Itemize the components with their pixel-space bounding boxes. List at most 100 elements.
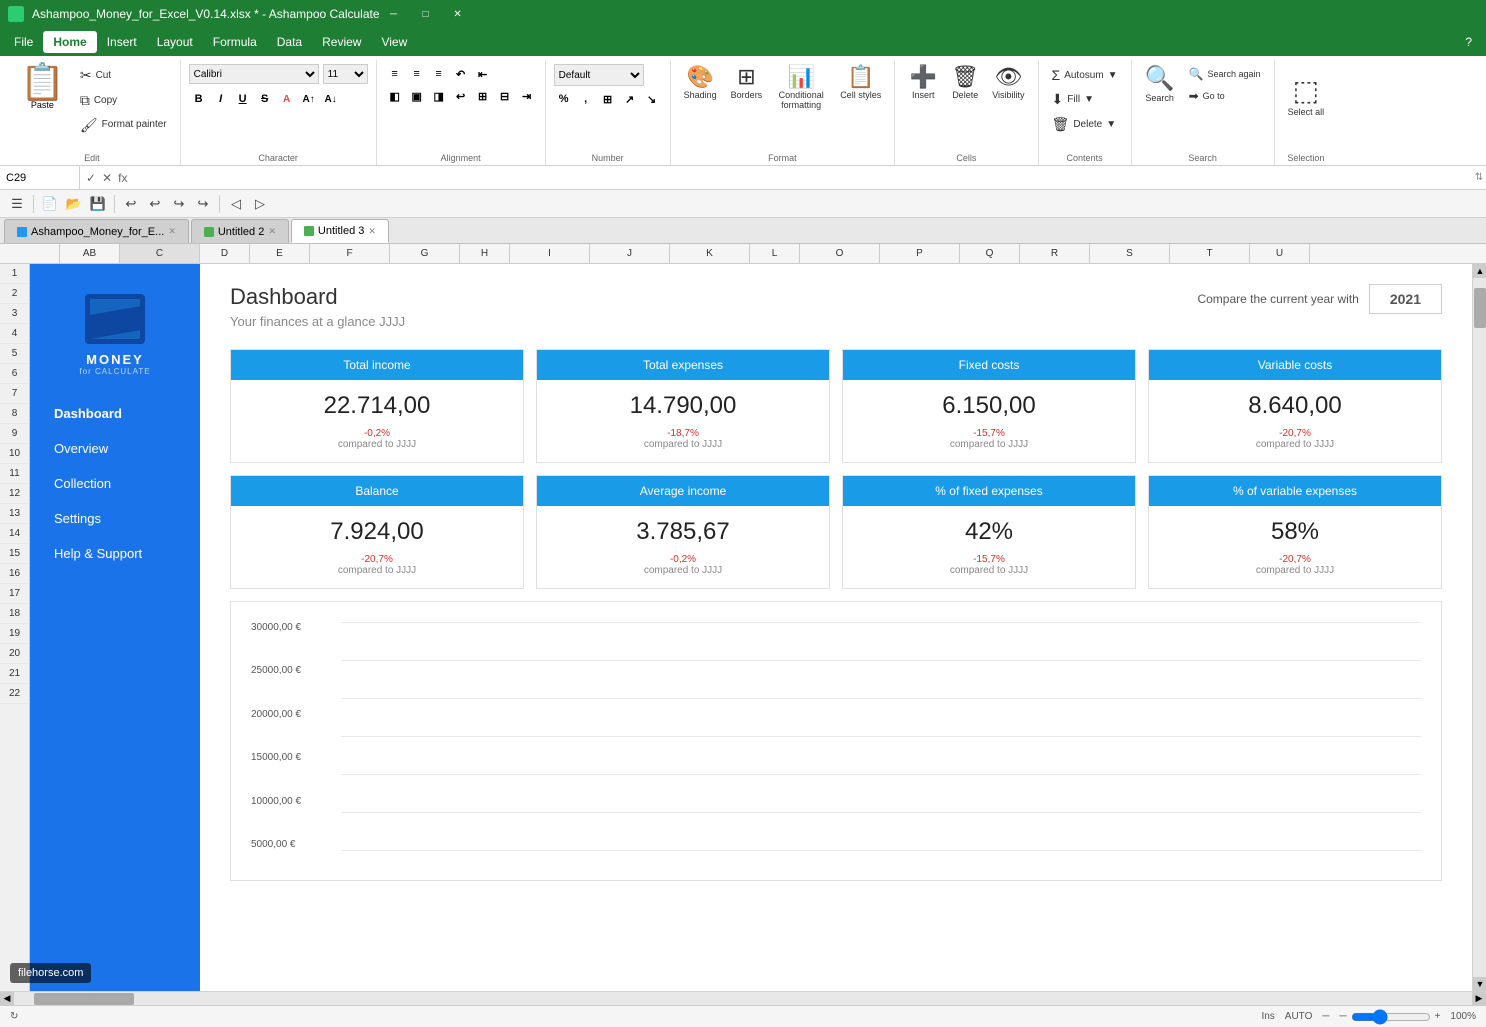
align-top-center-button[interactable]: ≡ <box>407 64 427 84</box>
col-D[interactable]: D <box>200 244 250 263</box>
select-mode-button[interactable]: ◁ <box>225 193 247 215</box>
align-left-button[interactable]: ◧ <box>385 86 405 106</box>
underline-button[interactable]: U <box>233 89 253 109</box>
italic-button[interactable]: I <box>211 89 231 109</box>
col-K[interactable]: K <box>670 244 750 263</box>
tab-close-ashampoo[interactable]: ✕ <box>168 226 176 237</box>
scroll-right-button[interactable]: ▶ <box>1472 992 1486 1006</box>
row-3[interactable]: 3 <box>0 304 29 324</box>
cell-formula-icon[interactable]: fx <box>118 171 127 185</box>
col-H[interactable]: H <box>460 244 510 263</box>
row-5[interactable]: 5 <box>0 344 29 364</box>
cell-checkmark-icon[interactable]: ✓ <box>86 171 96 185</box>
nav-overview[interactable]: Overview <box>30 431 200 466</box>
row-11[interactable]: 11 <box>0 464 29 484</box>
menu-data[interactable]: Data <box>267 31 312 53</box>
col-AB[interactable]: AB <box>60 244 120 263</box>
row-21[interactable]: 21 <box>0 664 29 684</box>
maximize-button[interactable]: □ <box>412 4 440 24</box>
conditional-formatting-button[interactable]: 📊 Conditional formatting <box>771 60 831 114</box>
menu-layout[interactable]: Layout <box>147 31 203 53</box>
tab-close-untitled2[interactable]: ✕ <box>268 226 276 237</box>
hscroll-thumb[interactable] <box>34 993 134 1005</box>
comma-button[interactable]: , <box>576 89 596 109</box>
undo2-button[interactable]: ↩ <box>144 193 166 215</box>
go-to-button[interactable]: ➡ Go to <box>1184 86 1266 106</box>
col-G[interactable]: G <box>390 244 460 263</box>
scroll-down-button[interactable]: ▼ <box>1473 977 1486 991</box>
col-Q[interactable]: Q <box>960 244 1020 263</box>
cut-button[interactable]: ✂ Cut <box>75 64 172 87</box>
align-top-left-button[interactable]: ≡ <box>385 64 405 84</box>
row-14[interactable]: 14 <box>0 524 29 544</box>
vertical-scrollbar[interactable]: ▲ ▼ <box>1472 264 1486 991</box>
cell-reference[interactable]: C29 <box>0 166 80 189</box>
menu-file[interactable]: File <box>4 31 43 53</box>
col-O[interactable]: O <box>800 244 880 263</box>
col-C[interactable]: C <box>120 244 200 263</box>
visibility-button[interactable]: 👁 Visibility <box>987 60 1029 104</box>
wrap-button[interactable]: ↩ <box>451 86 471 106</box>
minimize-button[interactable]: ─ <box>380 4 408 24</box>
row-20[interactable]: 20 <box>0 644 29 664</box>
formula-resize[interactable]: ⇅ <box>1472 172 1486 183</box>
cell-style-button[interactable]: ⊟ <box>495 86 515 106</box>
strikethrough-button[interactable]: S <box>255 89 275 109</box>
help-button[interactable]: ? <box>1455 31 1482 53</box>
copy-button[interactable]: ⧉ Copy <box>75 89 172 112</box>
col-S[interactable]: S <box>1090 244 1170 263</box>
spreadsheet-grid[interactable]: MONEY for CALCULATE Dashboard Overview C… <box>30 264 1486 991</box>
font-name-select[interactable]: Calibri <box>189 64 319 84</box>
rotate-button[interactable]: ↶ <box>451 64 471 84</box>
row-16[interactable]: 16 <box>0 564 29 584</box>
row-6[interactable]: 6 <box>0 364 29 384</box>
cell-styles-button[interactable]: 📋 Cell styles <box>835 60 886 104</box>
open-button[interactable]: 📂 <box>63 193 85 215</box>
autosum-button[interactable]: Σ Autosum ▼ <box>1047 64 1123 86</box>
menu-home[interactable]: Home <box>43 31 96 53</box>
col-J[interactable]: J <box>590 244 670 263</box>
tab-close-untitled3[interactable]: ✕ <box>368 226 376 237</box>
scroll-thumb[interactable] <box>1474 288 1486 328</box>
decrease-decimal-button[interactable]: ↘ <box>642 89 662 109</box>
nav-help[interactable]: Help & Support <box>30 536 200 571</box>
font-color-button[interactable]: A <box>277 89 297 109</box>
shading-button[interactable]: 🎨 Shading <box>679 60 722 104</box>
tab-ashampoo[interactable]: Ashampoo_Money_for_E... ✕ <box>4 219 189 243</box>
row-8[interactable]: 8 <box>0 404 29 424</box>
row-17[interactable]: 17 <box>0 584 29 604</box>
save-button[interactable]: 💾 <box>87 193 109 215</box>
accounting-button[interactable]: ⊞ <box>598 89 618 109</box>
tab-untitled3[interactable]: Untitled 3 ✕ <box>291 219 389 243</box>
scroll-left-button[interactable]: ◀ <box>0 992 14 1006</box>
redo-button[interactable]: ↪ <box>168 193 190 215</box>
percent-button[interactable]: % <box>554 89 574 109</box>
contents-delete-button[interactable]: 🗑 Delete ▼ <box>1047 113 1123 136</box>
row-13[interactable]: 13 <box>0 504 29 524</box>
scroll-up-button[interactable]: ▲ <box>1473 264 1486 278</box>
row-22[interactable]: 22 <box>0 684 29 704</box>
nav-collection[interactable]: Collection <box>30 466 200 501</box>
horizontal-scrollbar[interactable]: ◀ ▶ <box>0 991 1486 1005</box>
nav-dashboard[interactable]: Dashboard <box>30 396 200 431</box>
row-4[interactable]: 4 <box>0 324 29 344</box>
row-7[interactable]: 7 <box>0 384 29 404</box>
row-15[interactable]: 15 <box>0 544 29 564</box>
search-button[interactable]: 🔍 Search <box>1140 60 1180 107</box>
font-size-select[interactable]: 11 <box>323 64 368 84</box>
indent-button[interactable]: ⇤ <box>473 64 493 84</box>
decrease-font-button[interactable]: A↓ <box>321 89 341 109</box>
menu-icon-button[interactable]: ☰ <box>6 193 28 215</box>
year-box[interactable]: 2021 <box>1369 284 1442 314</box>
menu-formula[interactable]: Formula <box>203 31 267 53</box>
undo-button[interactable]: ↩ <box>120 193 142 215</box>
col-T[interactable]: T <box>1170 244 1250 263</box>
row-1[interactable]: 1 <box>0 264 29 284</box>
menu-insert[interactable]: Insert <box>97 31 147 53</box>
search-again-button[interactable]: 🔍 Search again <box>1184 64 1266 84</box>
row-12[interactable]: 12 <box>0 484 29 504</box>
row-2[interactable]: 2 <box>0 284 29 304</box>
align-top-right-button[interactable]: ≡ <box>429 64 449 84</box>
align-center-button[interactable]: ▣ <box>407 86 427 106</box>
borders-button[interactable]: ⊞ Borders <box>726 60 768 104</box>
